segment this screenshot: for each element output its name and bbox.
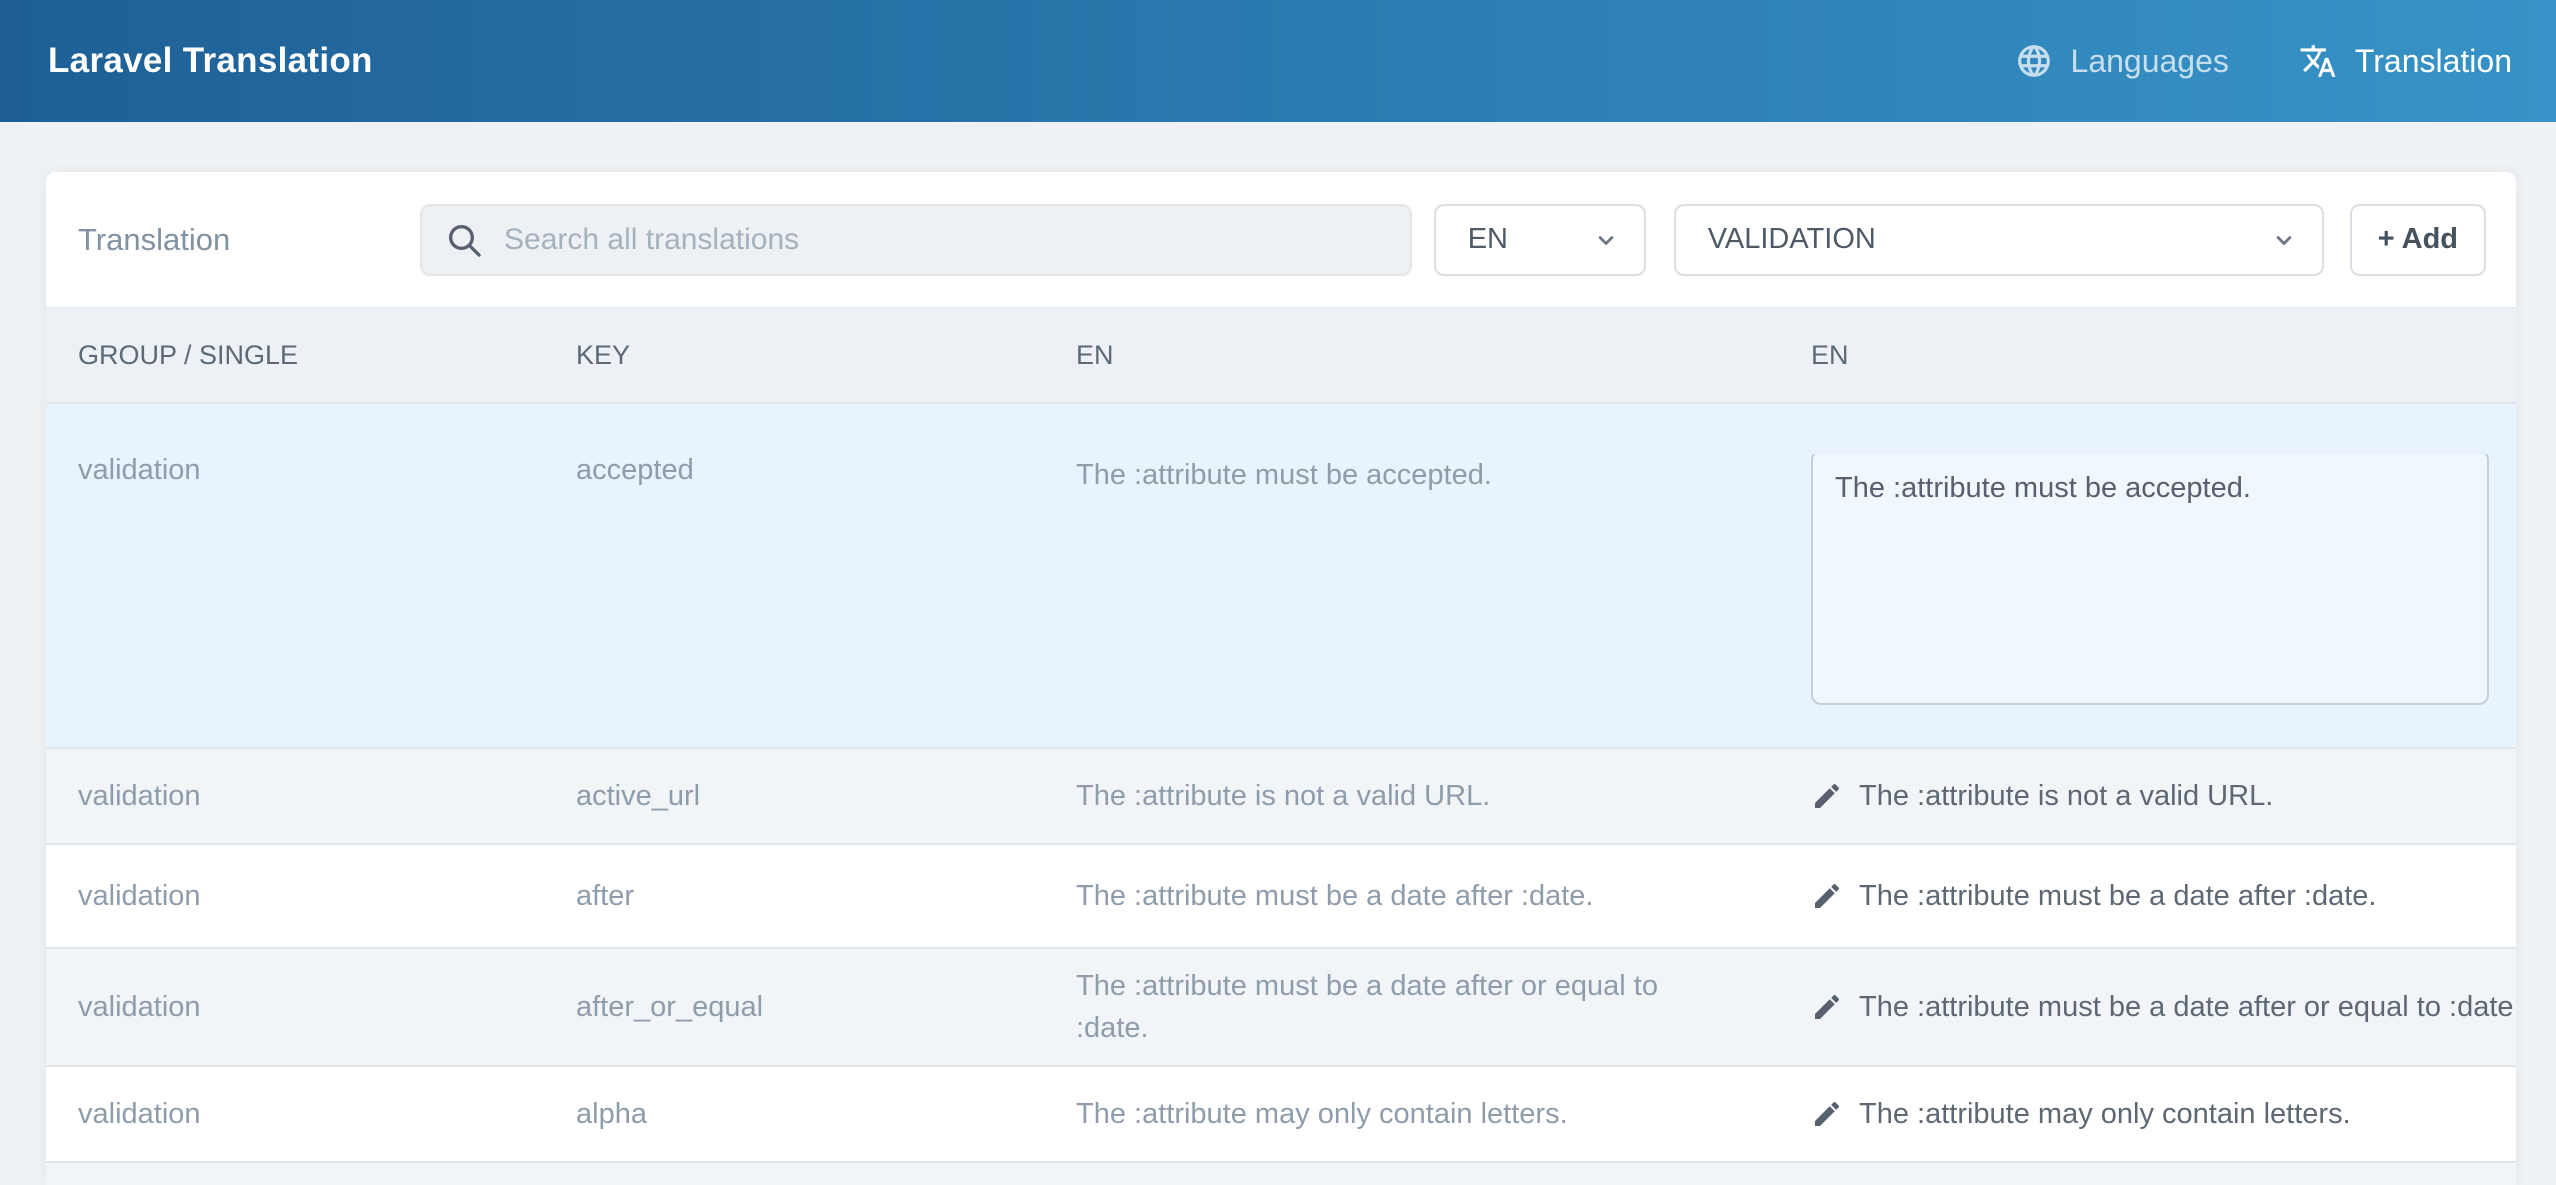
header-target-locale: EN	[1781, 340, 2516, 371]
language-select-value: EN	[1468, 223, 1508, 256]
cell-source: The :attribute must be a date after or e…	[1046, 965, 1781, 1049]
cell-key: active_url	[546, 780, 1046, 813]
cell-key: alpha	[546, 1098, 1046, 1131]
table-row-after-or-equal: validation after_or_equal The :attribute…	[46, 947, 2516, 1065]
translation-text[interactable]: The :attribute may only contain letters.	[1859, 1098, 2351, 1131]
nav-translation-label: Translation	[2355, 43, 2512, 80]
cell-translation: The :attribute must be a date after or e…	[1781, 991, 2516, 1024]
edit-pencil-icon[interactable]	[1811, 780, 1843, 812]
translation-card: Translation EN VALIDATION + Add GROUP / …	[46, 172, 2516, 1185]
cell-source: The :attribute must be a date after :dat…	[1046, 875, 1781, 917]
header-group-single: GROUP / SINGLE	[46, 340, 546, 371]
chevron-down-icon	[2270, 226, 2298, 254]
nav-links: Languages Translation	[2015, 42, 2512, 80]
cell-source: The :attribute may only contain letters.	[1046, 1093, 1781, 1135]
cell-translation: The :attribute may only contain letters.	[1781, 1098, 2516, 1131]
cell-source: The :attribute is not a valid URL.	[1046, 775, 1781, 817]
app-title: Laravel Translation	[48, 41, 373, 81]
nav-languages-label: Languages	[2071, 43, 2229, 80]
table-header: GROUP / SINGLE KEY EN EN	[46, 307, 2516, 402]
chevron-down-icon	[1592, 226, 1620, 254]
table-row-partial	[46, 1161, 2516, 1185]
cell-key: after	[546, 880, 1046, 913]
table-row-alpha: validation alpha The :attribute may only…	[46, 1065, 2516, 1161]
table-row-active-url: validation active_url The :attribute is …	[46, 747, 2516, 843]
nav-item-languages[interactable]: Languages	[2015, 42, 2229, 80]
group-select-value: VALIDATION	[1708, 223, 1876, 256]
globe-icon	[2015, 42, 2053, 80]
cell-translation: The :attribute must be a date after :dat…	[1781, 880, 2516, 913]
translation-text[interactable]: The :attribute is not a valid URL.	[1859, 780, 2273, 813]
cell-source: The :attribute must be accepted.	[1046, 454, 1781, 496]
nav-item-translation[interactable]: Translation	[2299, 42, 2512, 80]
cell-group: validation	[46, 1098, 546, 1131]
search-box[interactable]	[420, 204, 1412, 276]
translation-text[interactable]: The :attribute must be a date after or e…	[1859, 991, 2516, 1024]
cell-key: after_or_equal	[546, 991, 1046, 1024]
search-icon	[444, 220, 484, 260]
cell-key: accepted	[546, 454, 1046, 487]
toolbar: Translation EN VALIDATION + Add	[46, 172, 2516, 307]
translate-icon	[2299, 42, 2337, 80]
cell-group: validation	[46, 880, 546, 913]
edit-pencil-icon[interactable]	[1811, 1098, 1843, 1130]
add-button[interactable]: + Add	[2350, 204, 2486, 276]
translation-edit-textarea[interactable]: The :attribute must be accepted.	[1811, 454, 2489, 705]
group-select[interactable]: VALIDATION	[1674, 204, 2324, 276]
cell-group: validation	[46, 454, 546, 487]
edit-pencil-icon[interactable]	[1811, 991, 1843, 1023]
translation-text[interactable]: The :attribute must be a date after :dat…	[1859, 880, 2376, 913]
language-select[interactable]: EN	[1434, 204, 1646, 276]
cell-translation-editing: The :attribute must be accepted.	[1781, 454, 2516, 705]
card-title: Translation	[78, 222, 420, 258]
cell-group: validation	[46, 991, 546, 1024]
table-row-accepted: validation accepted The :attribute must …	[46, 402, 2516, 747]
navbar: Laravel Translation Languages Translatio…	[0, 0, 2556, 122]
cell-translation: The :attribute is not a valid URL.	[1781, 780, 2516, 813]
table-row-after: validation after The :attribute must be …	[46, 843, 2516, 947]
header-key: KEY	[546, 340, 1046, 371]
header-source-locale: EN	[1046, 336, 1781, 375]
cell-group: validation	[46, 780, 546, 813]
edit-pencil-icon[interactable]	[1811, 880, 1843, 912]
search-input[interactable]	[502, 222, 1388, 258]
